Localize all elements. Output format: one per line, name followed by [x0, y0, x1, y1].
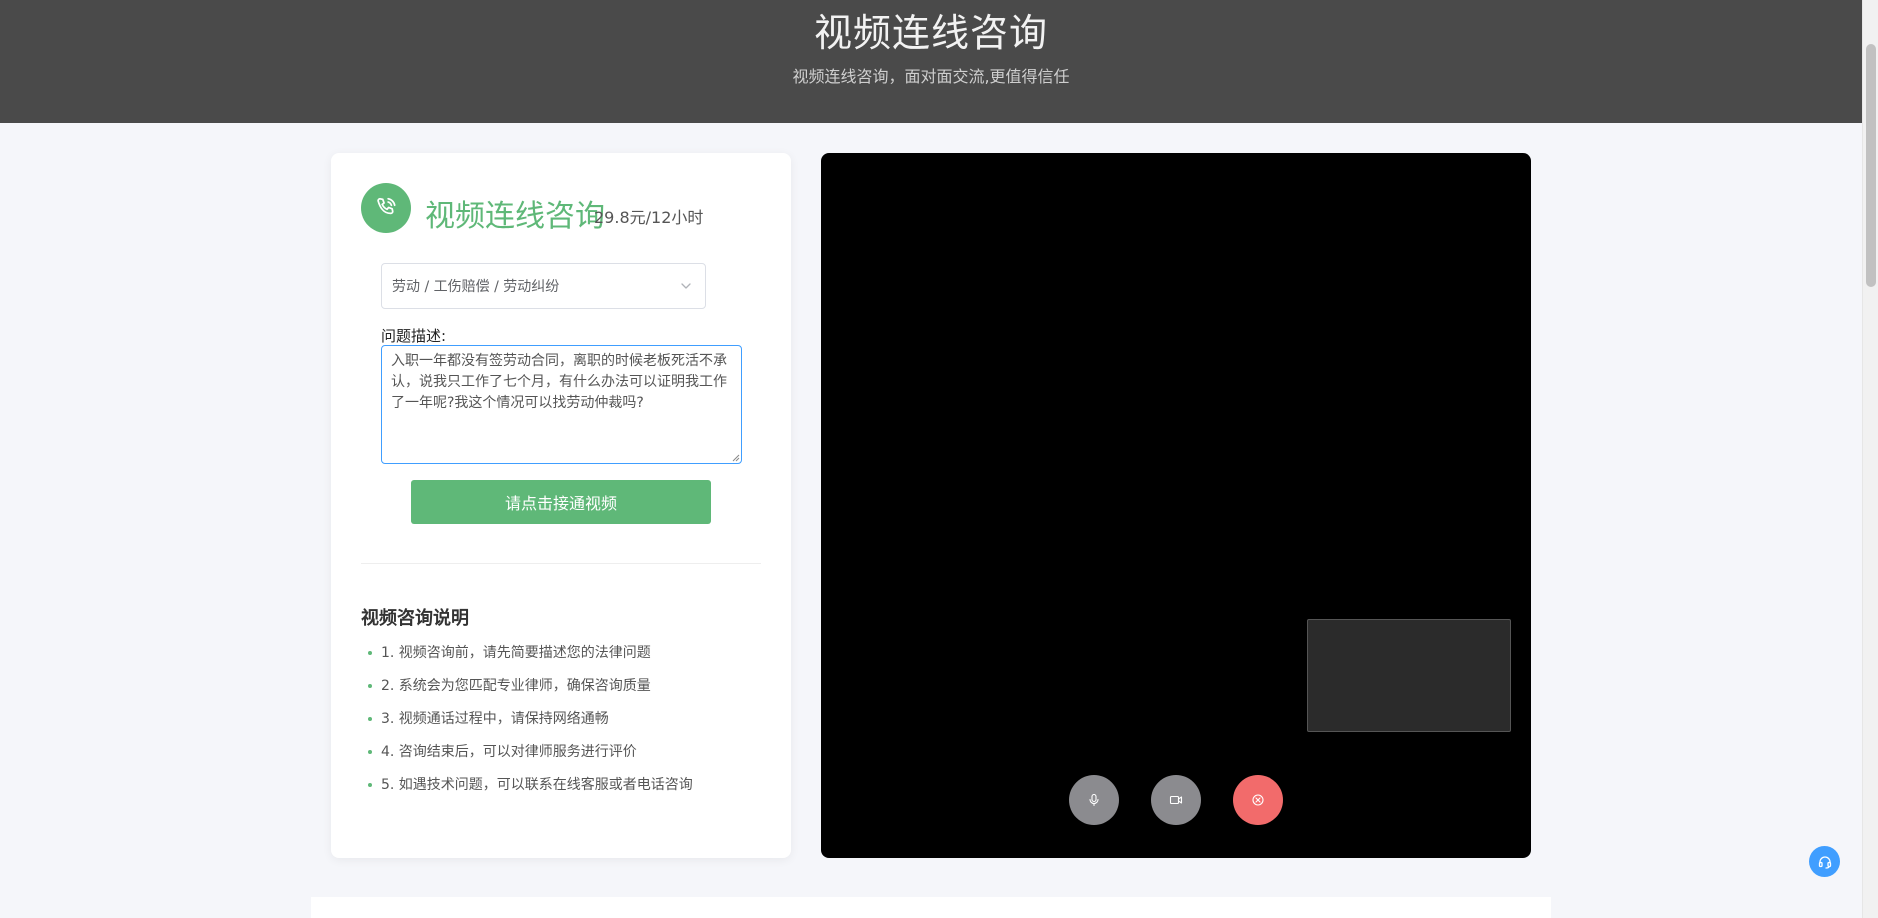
notes-list: 1. 视频咨询前，请先简要描述您的法律问题 2. 系统会为您匹配专业律师，确保咨…	[368, 643, 693, 808]
list-item: 2. 系统会为您匹配专业律师，确保咨询质量	[368, 676, 693, 709]
camera-icon	[1169, 795, 1183, 805]
service-title: 视频连线咨询	[425, 199, 605, 234]
description-textarea[interactable]: 入职一年都没有签劳动合同，离职的时候老板死活不承认，说我只工作了七个月，有什么办…	[381, 345, 742, 464]
toggle-camera-button[interactable]	[1151, 775, 1201, 825]
category-select-value: 劳动 / 工伤赔偿 / 劳动纠纷	[392, 279, 560, 295]
description-label: 问题描述:	[381, 327, 447, 345]
headset-icon	[1818, 855, 1831, 869]
connect-video-button[interactable]: 请点击接通视频	[411, 480, 711, 524]
customer-service-button[interactable]	[1809, 846, 1840, 877]
page-title: 视频连线咨询	[813, 11, 1048, 55]
consult-card: 视频连线咨询 29.8元/12小时 劳动 / 工伤赔偿 / 劳动纠纷 问题描述:…	[331, 153, 791, 858]
chevron-down-icon	[681, 283, 691, 289]
page-header: 视频连线咨询 视频连线咨询，面对面交流,更值得信任	[0, 0, 1862, 123]
video-panel	[821, 153, 1531, 858]
divider	[361, 563, 761, 564]
list-item: 4. 咨询结束后，可以对律师服务进行评价	[368, 742, 693, 775]
list-item: 3. 视频通话过程中，请保持网络通畅	[368, 709, 693, 742]
category-select[interactable]: 劳动 / 工伤赔偿 / 劳动纠纷	[381, 263, 706, 309]
scrollbar-thumb[interactable]	[1866, 44, 1876, 287]
list-item: 1. 视频咨询前，请先简要描述您的法律问题	[368, 643, 693, 676]
hang-up-button[interactable]	[1233, 775, 1283, 825]
local-video-preview	[1307, 619, 1511, 732]
service-price: 29.8元/12小时	[594, 208, 704, 227]
list-item: 5. 如遇技术问题，可以联系在线客服或者电话咨询	[368, 775, 693, 808]
mute-mic-button[interactable]	[1069, 775, 1119, 825]
hang-up-icon	[1252, 794, 1264, 806]
page: 视频连线咨询 视频连线咨询，面对面交流,更值得信任 视频连线咨询 29.8元/1…	[0, 0, 1878, 918]
resize-handle-icon[interactable]	[731, 453, 740, 462]
content-section	[311, 897, 1551, 918]
microphone-icon	[1089, 793, 1099, 807]
phone-icon	[361, 183, 411, 233]
page-subtitle: 视频连线咨询，面对面交流,更值得信任	[792, 67, 1070, 86]
vertical-scrollbar[interactable]	[1862, 0, 1878, 918]
notes-title: 视频咨询说明	[361, 608, 469, 629]
